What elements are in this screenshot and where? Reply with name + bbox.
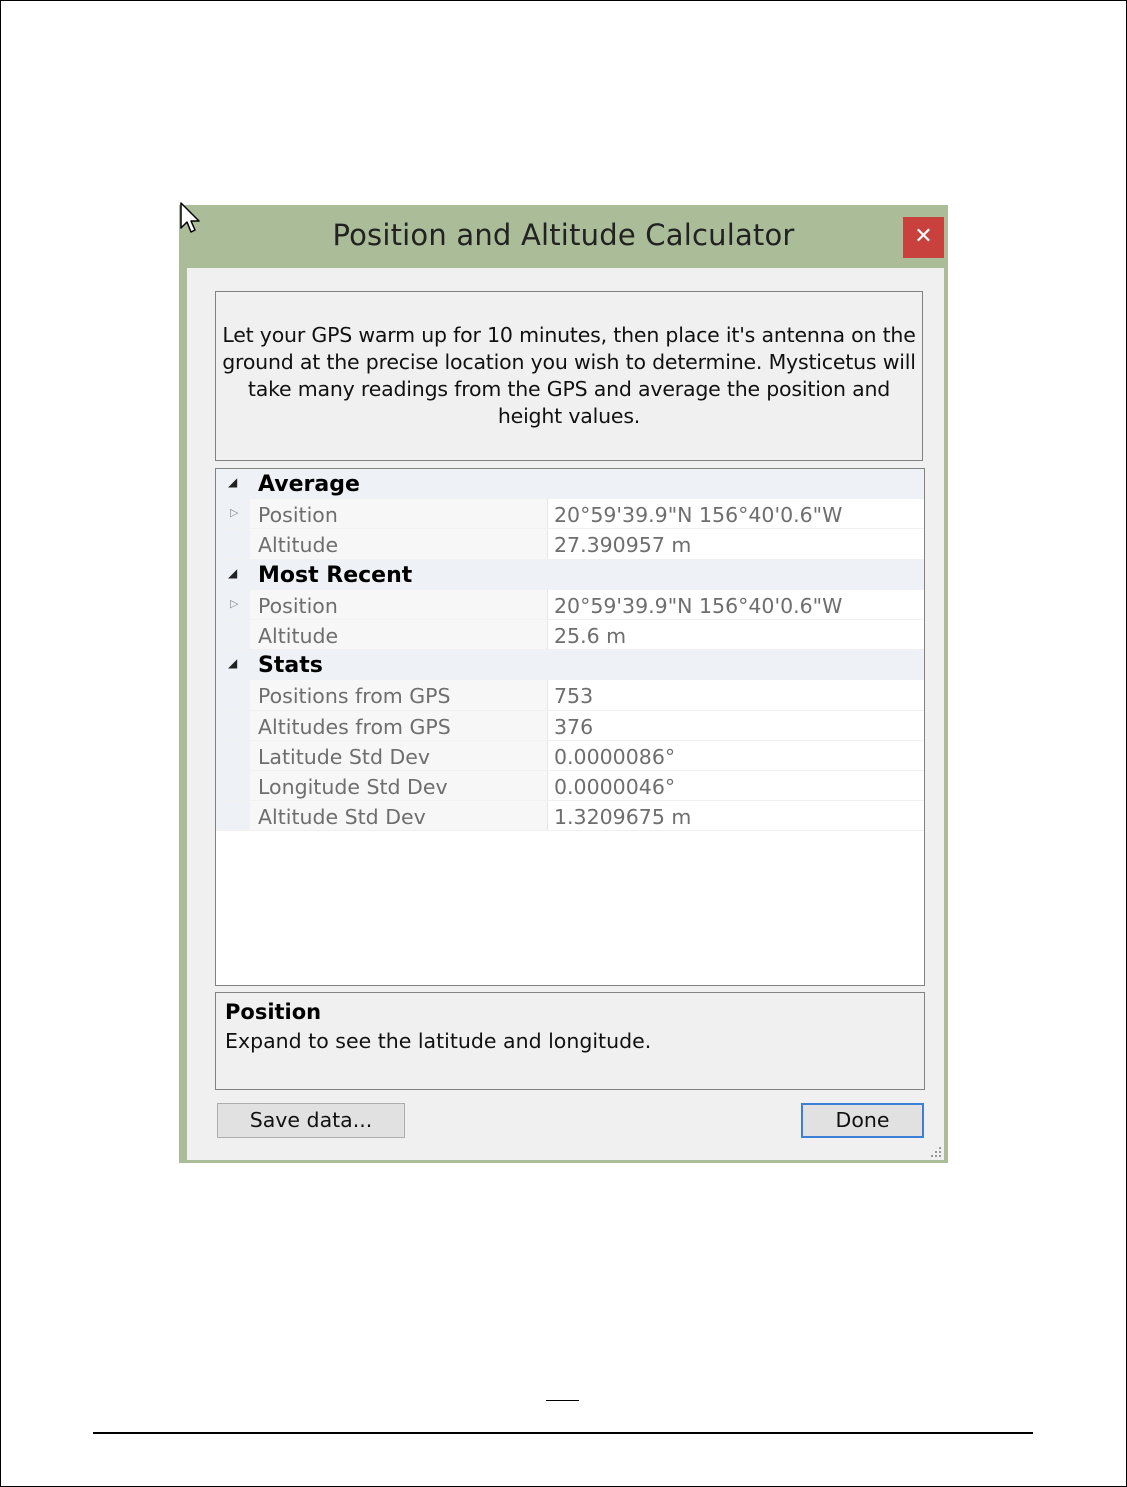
expand-triangle-icon[interactable]: ▷: [230, 506, 238, 519]
property-value[interactable]: 1.3209675 m: [554, 805, 691, 829]
row-gutter: [216, 710, 250, 740]
property-name: Position: [258, 593, 338, 618]
help-title: Position: [225, 1000, 322, 1024]
property-value[interactable]: 0.0000086°: [554, 745, 675, 769]
row-gutter: [216, 801, 250, 831]
property-name: Longitude Std Dev: [258, 774, 448, 799]
close-icon: ✕: [914, 224, 933, 249]
property-name: Altitude: [258, 623, 339, 648]
collapse-triangle-icon[interactable]: ◢: [228, 656, 237, 670]
collapse-triangle-icon[interactable]: ◢: [228, 566, 237, 580]
property-value[interactable]: 25.6 m: [554, 624, 626, 648]
property-value[interactable]: 27.390957 m: [554, 533, 691, 557]
category-average[interactable]: ◢ Average: [216, 469, 924, 500]
row-gutter: [216, 619, 250, 650]
row-gutter: [216, 770, 250, 801]
title-bar[interactable]: Position and Altitude Calculator ✕: [179, 205, 948, 268]
property-name: Altitude Std Dev: [258, 805, 426, 830]
property-row-latitude-std-dev[interactable]: Latitude Std Dev 0.0000086°: [216, 740, 924, 771]
property-name: Latitude Std Dev: [258, 744, 430, 769]
category-most-recent[interactable]: ◢ Most Recent: [216, 559, 924, 590]
footer-rule: [93, 1432, 1033, 1434]
property-row-altitude-std-dev[interactable]: Altitude Std Dev 1.3209675 m: [216, 801, 924, 832]
instructions-text: Let your GPS warm up for 10 minutes, the…: [222, 323, 916, 428]
property-row-longitude-std-dev[interactable]: Longitude Std Dev 0.0000046°: [216, 770, 924, 802]
category-label: Most Recent: [258, 562, 413, 588]
property-value[interactable]: 20°59'39.9"N 156°40'0.6"W: [554, 594, 842, 618]
property-name: Altitude: [258, 533, 339, 558]
property-name: Position: [258, 503, 338, 528]
save-data-button[interactable]: Save data...: [217, 1103, 405, 1138]
category-label: Stats: [258, 653, 323, 679]
property-value[interactable]: 376: [554, 715, 593, 739]
footer-mark: [546, 1400, 579, 1401]
property-row-average-position[interactable]: ▷ Position 20°59'39.9"N 156°40'0.6"W: [216, 499, 924, 530]
done-button[interactable]: Done: [801, 1103, 924, 1138]
property-value[interactable]: 20°59'39.9"N 156°40'0.6"W: [554, 503, 842, 527]
dialog-client-area: Let your GPS warm up for 10 minutes, the…: [187, 268, 944, 1160]
help-description: Expand to see the latitude and longitude…: [225, 1029, 652, 1053]
property-row-recent-position[interactable]: ▷ Position 20°59'39.9"N 156°40'0.6"W: [216, 589, 924, 620]
category-label: Average: [258, 472, 360, 497]
expand-triangle-icon[interactable]: ▷: [230, 597, 238, 610]
property-grid: ◢ Average ▷ Position 20°59'39.9"N 156°40…: [215, 468, 925, 986]
property-name: Positions from GPS: [258, 684, 451, 709]
instructions-box: Let your GPS warm up for 10 minutes, the…: [215, 291, 923, 461]
row-gutter: [216, 740, 250, 770]
row-gutter: [216, 529, 250, 559]
property-row-altitudes-from-gps[interactable]: Altitudes from GPS 376: [216, 710, 924, 741]
property-help-panel: Position Expand to see the latitude and …: [215, 992, 925, 1090]
category-stats[interactable]: ◢ Stats: [216, 650, 924, 681]
mouse-pointer-icon: [180, 202, 200, 233]
row-gutter: [216, 680, 250, 710]
property-value[interactable]: 753: [554, 684, 593, 708]
property-row-recent-altitude[interactable]: Altitude 25.6 m: [216, 619, 924, 651]
resize-grip-icon[interactable]: [930, 1146, 942, 1158]
dialog-title: Position and Altitude Calculator: [332, 218, 795, 252]
property-row-positions-from-gps[interactable]: Positions from GPS 753: [216, 680, 924, 711]
position-altitude-dialog: Position and Altitude Calculator ✕ Let y…: [179, 205, 948, 1163]
property-value[interactable]: 0.0000046°: [554, 775, 675, 799]
close-button[interactable]: ✕: [903, 217, 944, 258]
property-row-average-altitude[interactable]: Altitude 27.390957 m: [216, 529, 924, 560]
property-name: Altitudes from GPS: [258, 714, 451, 739]
collapse-triangle-icon[interactable]: ◢: [228, 475, 237, 489]
